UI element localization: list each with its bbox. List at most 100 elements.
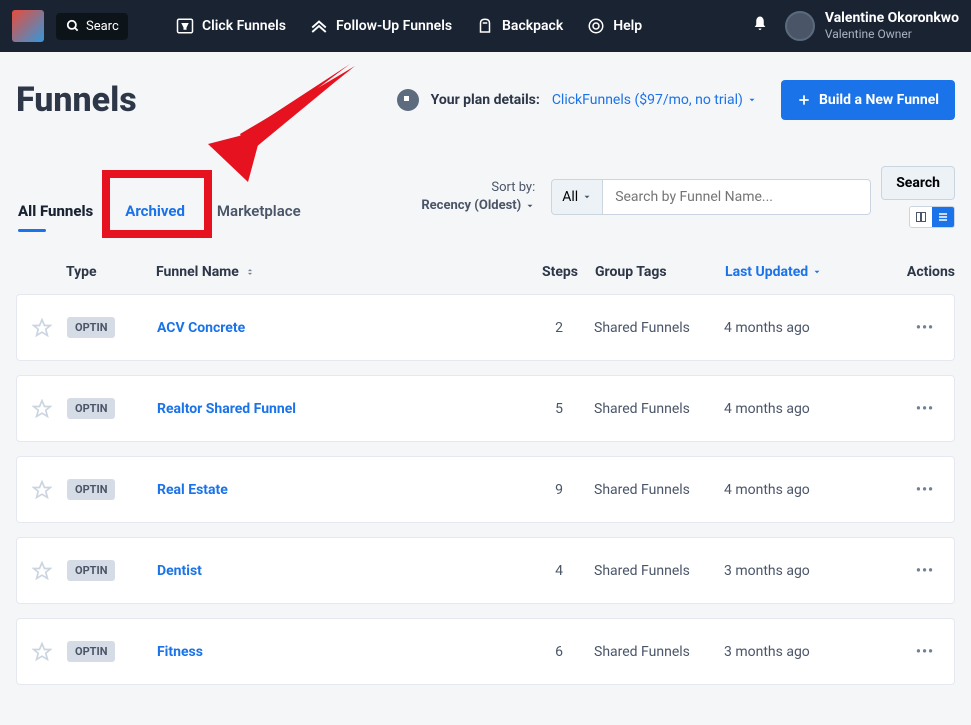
chevron-down-icon [747, 95, 757, 105]
page-title: Funnels [16, 80, 137, 120]
funnel-steps: 4 [524, 563, 594, 579]
filter-select[interactable]: All [551, 179, 603, 215]
funnel-updated: 4 months ago [724, 401, 884, 417]
user-menu[interactable]: Valentine Okoronkwo Valentine Owner [785, 10, 959, 41]
funnel-type-badge: OPTIN [67, 479, 115, 500]
tab-marketplace[interactable]: Marketplace [215, 194, 303, 228]
search-button[interactable]: Search [881, 166, 955, 200]
funnel-steps: 6 [524, 644, 594, 660]
sort-icon [245, 266, 255, 278]
sort-desc-icon [812, 267, 822, 277]
favorite-button[interactable] [17, 642, 67, 662]
row-actions-button[interactable]: ••• [884, 644, 954, 660]
view-grid-button[interactable] [910, 207, 932, 227]
nav-followup[interactable]: Follow-Up Funnels [310, 17, 452, 35]
bell-icon [751, 15, 769, 33]
funnel-tags: Shared Funnels [594, 482, 724, 498]
funnel-updated: 4 months ago [724, 482, 884, 498]
funnel-tags: Shared Funnels [594, 644, 724, 660]
col-tags[interactable]: Group Tags [595, 264, 725, 280]
plan-label: Your plan details: [431, 92, 540, 108]
global-search-placeholder: Searc [86, 19, 119, 34]
topbar: Searc Click Funnels Follow-Up Funnels Ba… [0, 0, 971, 52]
col-type[interactable]: Type [66, 264, 156, 280]
plan-link[interactable]: ClickFunnels ($97/mo, no trial) [552, 92, 757, 108]
followup-icon [310, 17, 328, 35]
star-icon [32, 480, 52, 500]
main-nav: Click Funnels Follow-Up Funnels Backpack… [176, 17, 642, 35]
star-icon [32, 642, 52, 662]
view-toggle [909, 206, 955, 228]
funnel-steps: 2 [524, 320, 594, 336]
funnel-search-input[interactable] [603, 179, 871, 215]
favorite-button[interactable] [17, 318, 67, 338]
favorite-button[interactable] [17, 561, 67, 581]
avatar [785, 11, 815, 41]
backpack-icon [476, 17, 494, 35]
funnel-updated: 3 months ago [724, 644, 884, 660]
col-name[interactable]: Funnel Name [156, 264, 525, 280]
page-header: Funnels Your plan details: ClickFunnels … [0, 52, 971, 120]
funnels-table: Type Funnel Name Steps Group Tags Last U… [0, 228, 971, 685]
table-row: OPTIN ACV Concrete 2 Shared Funnels 4 mo… [16, 294, 955, 361]
table-row: OPTIN Fitness 6 Shared Funnels 3 months … [16, 618, 955, 685]
col-updated[interactable]: Last Updated [725, 264, 885, 280]
sort-control[interactable]: Sort by: Recency (Oldest) [421, 179, 535, 215]
funnel-updated: 3 months ago [724, 563, 884, 579]
funnel-name-link[interactable]: Realtor Shared Funnel [157, 401, 296, 417]
tab-all-funnels[interactable]: All Funnels [16, 194, 95, 228]
funnel-tabs: All Funnels Archived Marketplace [16, 194, 303, 228]
star-icon [32, 399, 52, 419]
tab-archived[interactable]: Archived [123, 194, 187, 228]
favorite-button[interactable] [17, 399, 67, 419]
nav-backpack[interactable]: Backpack [476, 17, 563, 35]
nav-help[interactable]: Help [587, 17, 642, 35]
table-row: OPTIN Realtor Shared Funnel 5 Shared Fun… [16, 375, 955, 442]
sort-label: Sort by: [421, 179, 535, 197]
funnel-name-link[interactable]: ACV Concrete [157, 320, 245, 336]
funnel-type-badge: OPTIN [67, 641, 115, 662]
favorite-button[interactable] [17, 480, 67, 500]
build-funnel-button[interactable]: Build a New Funnel [781, 80, 955, 120]
col-steps[interactable]: Steps [525, 264, 595, 280]
tab-controls-row: All Funnels Archived Marketplace Sort by… [0, 120, 971, 228]
plus-icon [797, 93, 811, 107]
funnel-icon [176, 17, 194, 35]
funnel-steps: 5 [524, 401, 594, 417]
chevron-down-icon [525, 201, 535, 211]
help-icon [587, 17, 605, 35]
star-icon [32, 318, 52, 338]
user-subtitle: Valentine Owner [825, 27, 959, 41]
chevron-down-icon [582, 192, 592, 202]
global-search[interactable]: Searc [56, 13, 128, 40]
funnel-name-link[interactable]: Fitness [157, 644, 203, 660]
star-icon [32, 561, 52, 581]
nav-clickfunnels[interactable]: Click Funnels [176, 17, 286, 35]
search-icon [66, 19, 80, 33]
funnel-name-link[interactable]: Real Estate [157, 482, 228, 498]
list-icon [937, 211, 949, 223]
funnel-type-badge: OPTIN [67, 398, 115, 419]
table-row: OPTIN Dentist 4 Shared Funnels 3 months … [16, 537, 955, 604]
col-actions: Actions [885, 264, 955, 280]
row-actions-button[interactable]: ••• [884, 563, 954, 579]
user-name: Valentine Okoronkwo [825, 10, 959, 27]
table-header: Type Funnel Name Steps Group Tags Last U… [16, 264, 955, 294]
funnel-tags: Shared Funnels [594, 320, 724, 336]
funnel-tags: Shared Funnels [594, 563, 724, 579]
app-logo[interactable] [12, 10, 44, 42]
row-actions-button[interactable]: ••• [884, 401, 954, 417]
sort-value: Recency (Oldest) [421, 197, 521, 215]
view-list-button[interactable] [932, 207, 954, 227]
funnel-type-badge: OPTIN [67, 317, 115, 338]
row-actions-button[interactable]: ••• [884, 482, 954, 498]
plan-icon [397, 89, 419, 111]
funnel-type-badge: OPTIN [67, 560, 115, 581]
funnel-steps: 9 [524, 482, 594, 498]
table-row: OPTIN Real Estate 9 Shared Funnels 4 mon… [16, 456, 955, 523]
funnel-tags: Shared Funnels [594, 401, 724, 417]
funnel-updated: 4 months ago [724, 320, 884, 336]
funnel-name-link[interactable]: Dentist [157, 563, 202, 579]
notifications-button[interactable] [751, 15, 769, 37]
row-actions-button[interactable]: ••• [884, 320, 954, 336]
